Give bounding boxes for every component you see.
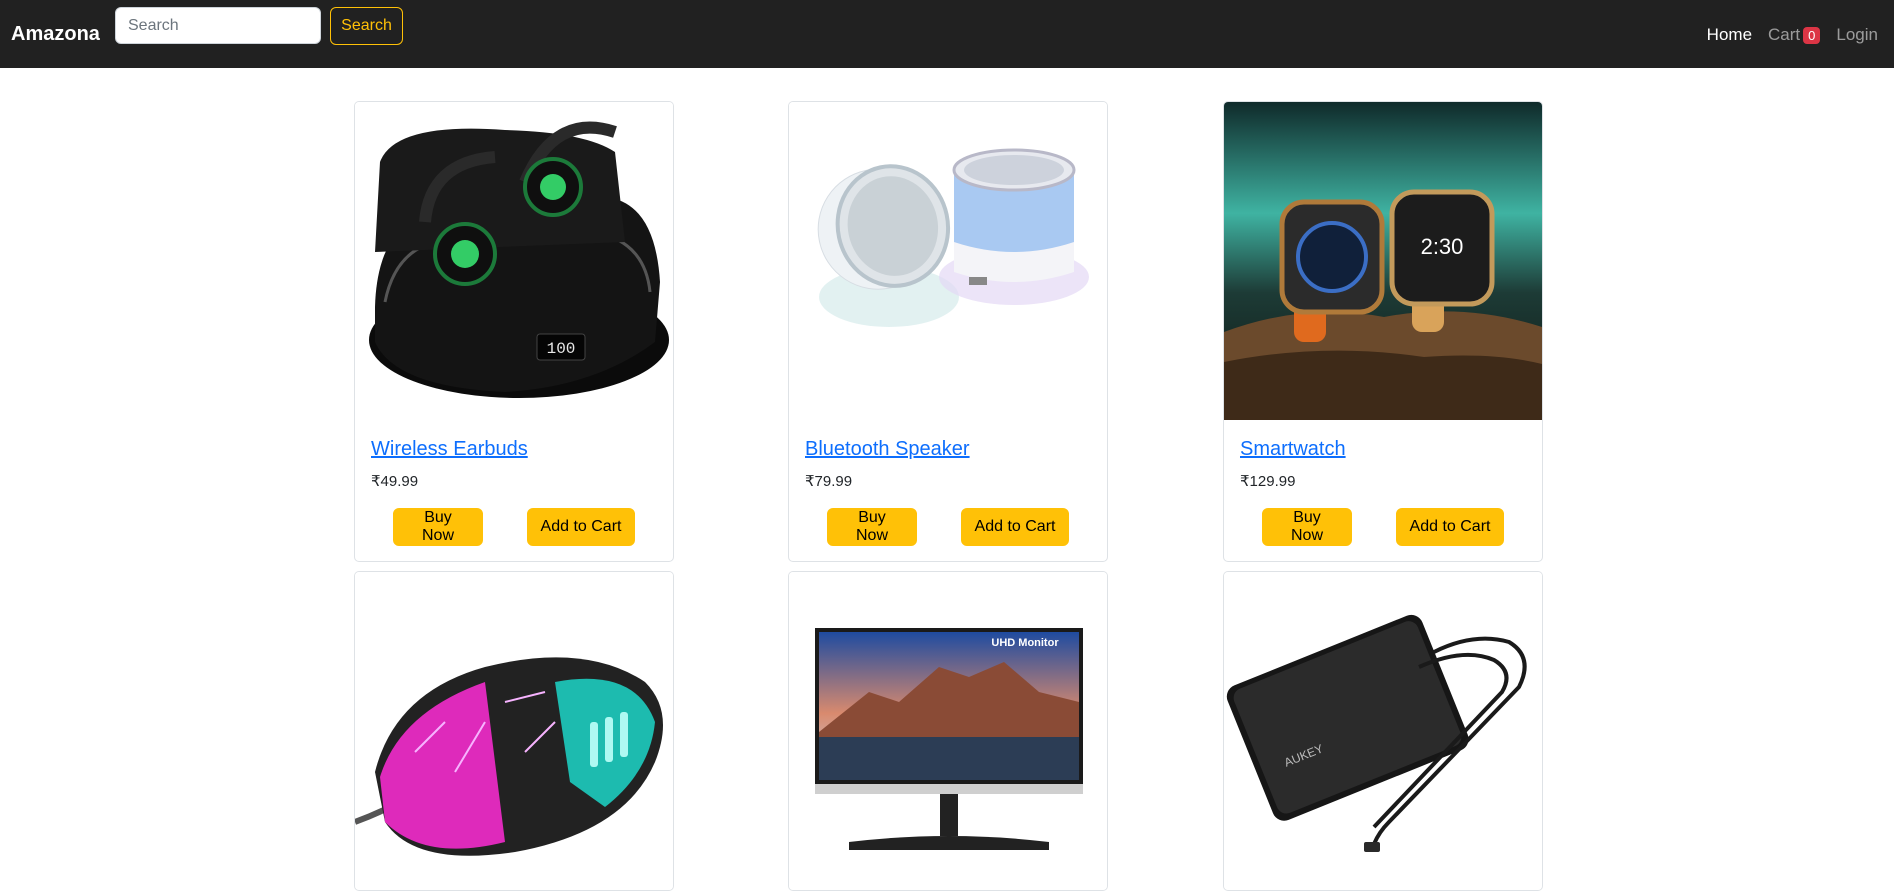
navbar: Amazona Search Home Cart 0 Login — [0, 0, 1894, 68]
product-card: 2:30 Smartwatch ₹129.99 Buy Now Add to C… — [1223, 101, 1543, 562]
product-image-bluetooth-speaker[interactable] — [789, 102, 1107, 420]
search-input[interactable] — [115, 7, 321, 44]
add-to-cart-button[interactable]: Add to Cart — [961, 508, 1069, 546]
product-title-link[interactable]: Wireless Earbuds — [371, 437, 528, 461]
product-card: AUKEY — [1223, 571, 1543, 891]
brand-logo[interactable]: Amazona — [11, 22, 100, 46]
product-image-external-hard-drive[interactable]: AUKEY — [1224, 572, 1542, 890]
buy-now-button[interactable]: Buy Now — [393, 508, 483, 546]
product-price: ₹129.99 — [1240, 473, 1296, 490]
product-image-gaming-mouse[interactable] — [355, 572, 673, 890]
monitor-brand-text: UHD Monitor — [991, 637, 1059, 649]
product-card: UHD Monitor — [788, 571, 1108, 891]
product-title-link[interactable]: Bluetooth Speaker — [805, 437, 970, 461]
product-card — [354, 571, 674, 891]
product-card: 100 Wireless Earbuds ₹49.99 Buy Now Add … — [354, 101, 674, 562]
search-button[interactable]: Search — [330, 7, 403, 45]
product-card: Bluetooth Speaker ₹79.99 Buy Now Add to … — [788, 101, 1108, 562]
svg-text:100: 100 — [547, 340, 576, 358]
product-price: ₹49.99 — [371, 473, 419, 490]
product-price: ₹79.99 — [805, 473, 853, 490]
nav-links: Home Cart 0 Login — [1707, 24, 1878, 46]
buy-now-button[interactable]: Buy Now — [827, 508, 917, 546]
product-title-link[interactable]: Smartwatch — [1240, 437, 1346, 461]
product-image-wireless-earbuds[interactable]: 100 — [355, 102, 673, 420]
add-to-cart-button[interactable]: Add to Cart — [527, 508, 635, 546]
product-image-smartwatch[interactable]: 2:30 — [1224, 102, 1542, 420]
nav-login-link[interactable]: Login — [1836, 24, 1878, 46]
product-image-uhd-monitor[interactable]: UHD Monitor — [789, 572, 1107, 890]
nav-cart-link[interactable]: Cart 0 — [1768, 24, 1821, 46]
buy-now-button[interactable]: Buy Now — [1262, 508, 1352, 546]
cart-label: Cart — [1768, 25, 1801, 44]
svg-text:2:30: 2:30 — [1421, 234, 1464, 259]
cart-count-badge: 0 — [1803, 26, 1821, 44]
nav-home-link[interactable]: Home — [1707, 24, 1752, 46]
add-to-cart-button[interactable]: Add to Cart — [1396, 508, 1504, 546]
